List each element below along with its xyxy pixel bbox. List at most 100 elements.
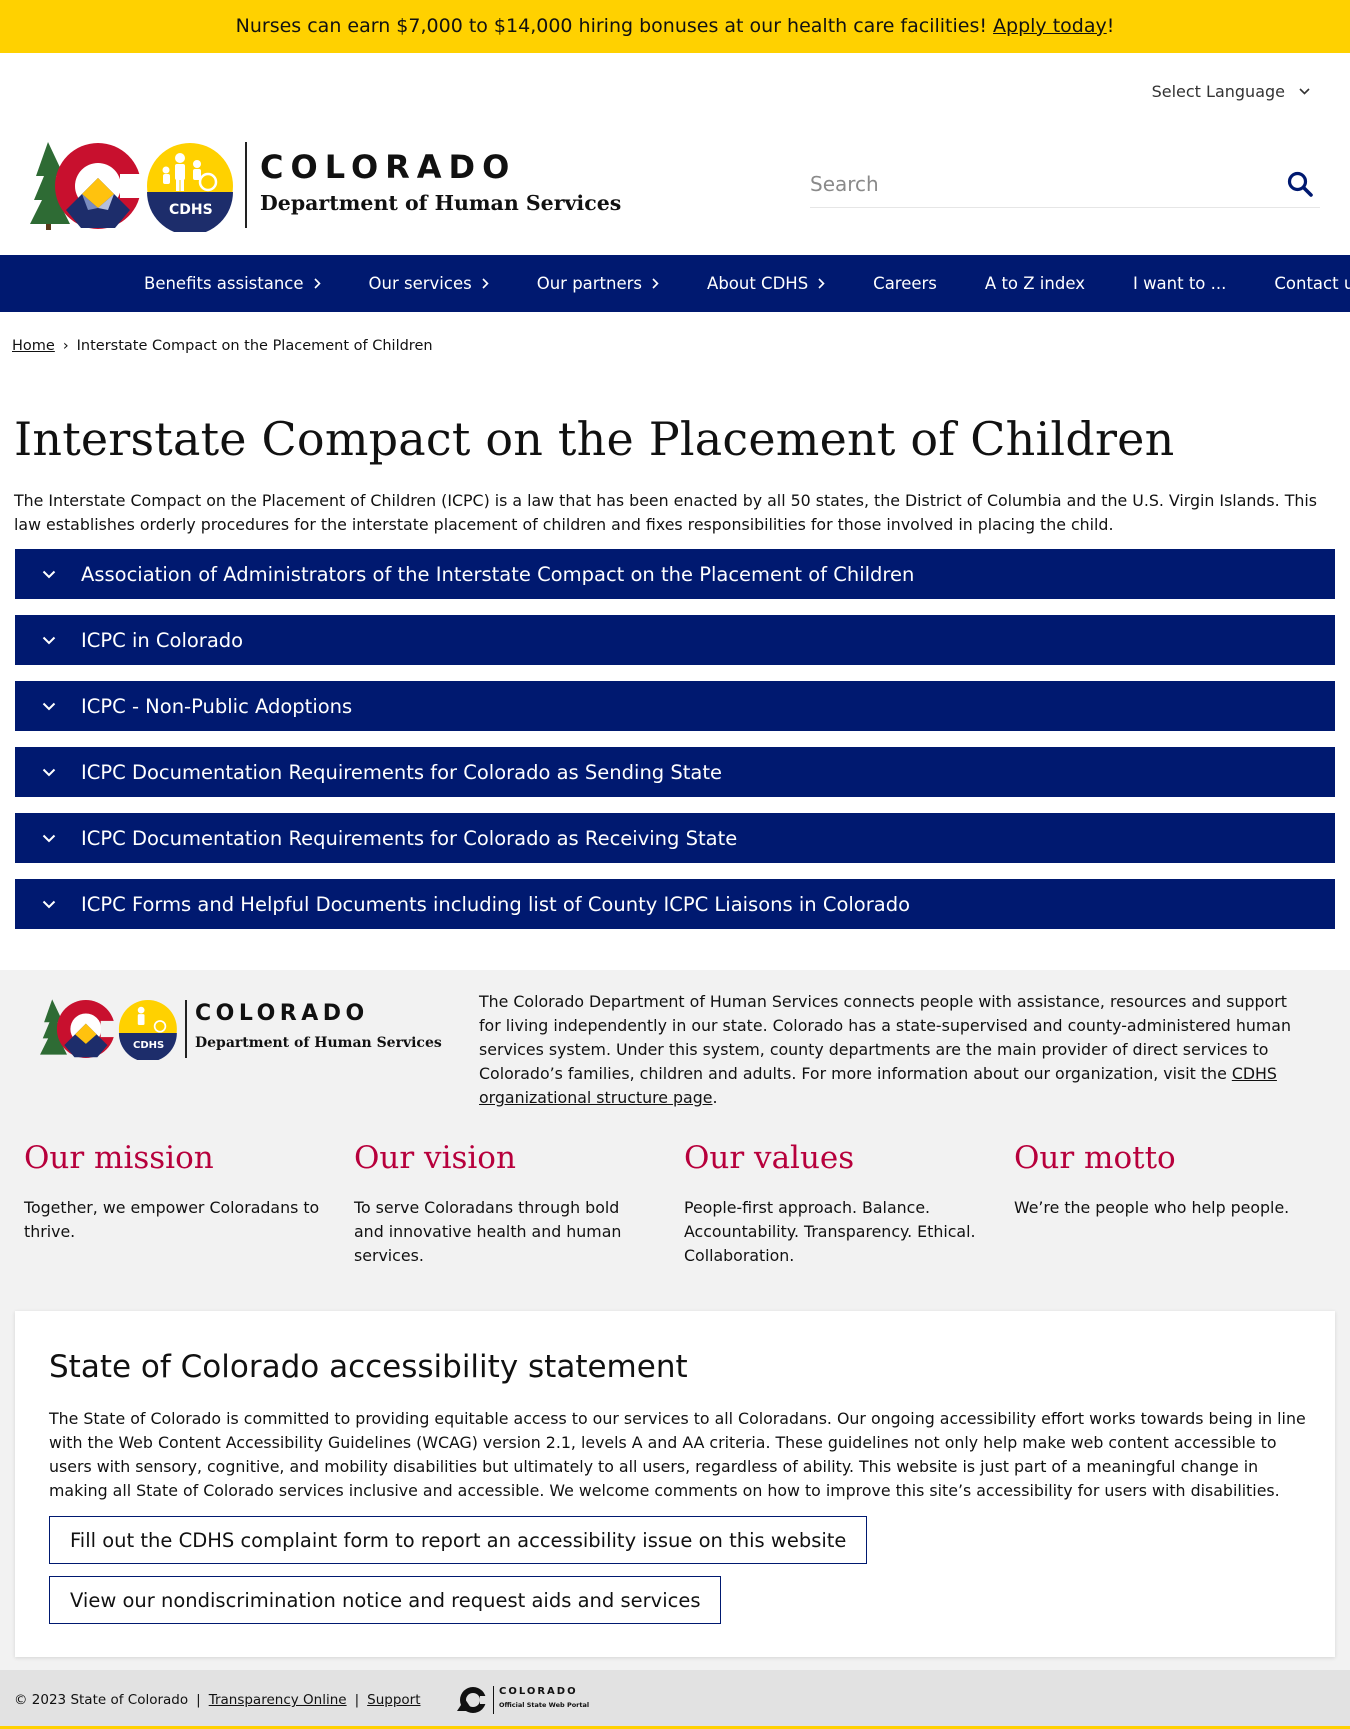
nav-item-label: I want to ... — [1132, 274, 1227, 293]
search-icon — [1287, 171, 1313, 197]
legal-links: © 2023 State of Colorado | Transparency … — [14, 1692, 421, 1708]
nav-item-label: Contact us — [1274, 274, 1350, 293]
accordion-toggle[interactable]: ICPC Forms and Helpful Documents includi… — [15, 879, 1335, 929]
support-link[interactable]: Support — [367, 1692, 420, 1708]
main-navigation-items: Benefits assistance Our services Our partn… — [120, 255, 1350, 312]
page-intro: The Interstate Compact on the Placement … — [14, 491, 1317, 534]
nav-item-benefits-assistance[interactable]: Benefits assistance — [120, 255, 345, 312]
chevron-down-icon — [33, 900, 65, 909]
values-text: People-first approach. Balance. Accounta… — [684, 1198, 976, 1265]
about-body: The Colorado Department of Human Service… — [479, 992, 1291, 1083]
nav-item-i-want-to[interactable]: I want to ... — [1109, 255, 1250, 312]
chevron-down-icon — [33, 702, 65, 711]
accordion-label: ICPC in Colorado — [81, 628, 244, 652]
about-suffix: . — [712, 1088, 718, 1107]
accordion-toggle[interactable]: ICPC Documentation Requirements for Colo… — [15, 747, 1335, 797]
chevron-down-icon — [33, 570, 65, 579]
logo-divider — [245, 142, 247, 228]
chevron-right-icon — [482, 278, 489, 289]
breadcrumb-home-link[interactable]: Home — [12, 338, 55, 354]
footer-cdhs-logo[interactable]: CDHS COLORADO Department of Human Servic… — [40, 998, 442, 1060]
motto-heading: Our motto — [1014, 1140, 1176, 1176]
complaint-form-button[interactable]: Fill out the CDHS complaint form to repo… — [49, 1516, 868, 1564]
logo-wordmark: COLORADO — [260, 148, 517, 186]
breadcrumb: Home › Interstate Compact on the Placeme… — [12, 338, 433, 354]
breadcrumb-separator: › — [62, 338, 69, 354]
accessibility-title: State of Colorado accessibility statemen… — [49, 1349, 688, 1385]
copyright: © 2023 State of Colorado — [14, 1692, 189, 1708]
legal-separator: | — [196, 1692, 201, 1708]
motto-block: Our motto We’re the people who help peop… — [1014, 1140, 1314, 1220]
footer-about-text: The Colorado Department of Human Service… — [479, 990, 1309, 1110]
state-portal-logo[interactable]: COLORADO Official State Web Portal — [455, 1683, 595, 1717]
banner-text: Nurses can earn $7,000 to $14,000 hiring… — [235, 15, 994, 37]
apply-today-link[interactable]: Apply today — [993, 15, 1107, 37]
accordion-toggle[interactable]: ICPC - Non-Public Adoptions — [15, 681, 1335, 731]
portal-wordmark: COLORADO — [499, 1686, 578, 1697]
bottom-bar: © 2023 State of Colorado | Transparency … — [0, 1670, 1350, 1729]
transparency-online-link[interactable]: Transparency Online — [209, 1692, 347, 1708]
language-label: Select Language — [1151, 82, 1285, 101]
breadcrumb-current: Interstate Compact on the Placement of C… — [76, 338, 433, 354]
footer-logo-divider — [185, 1000, 187, 1058]
nav-item-a-to-z-index[interactable]: A to Z index — [961, 255, 1109, 312]
chevron-down-icon — [33, 768, 65, 777]
nav-item-label: Benefits assistance — [144, 274, 304, 293]
nav-item-label: A to Z index — [984, 274, 1085, 293]
chevron-down-icon — [33, 834, 65, 843]
chevron-right-icon — [818, 278, 825, 289]
accordion-list: Association of Administrators of the Int… — [15, 549, 1335, 945]
page-title: Interstate Compact on the Placement of C… — [14, 412, 1175, 466]
accordion-toggle[interactable]: ICPC Documentation Requirements for Colo… — [15, 813, 1335, 863]
nav-item-our-partners[interactable]: Our partners — [513, 255, 683, 312]
search-button[interactable] — [1280, 164, 1320, 204]
accessibility-text: The State of Colorado is committed to pr… — [49, 1409, 1306, 1500]
site-search: Search — [810, 160, 1320, 208]
main-navigation: Benefits assistance Our services Our partn… — [0, 255, 1350, 312]
values-heading: Our values — [684, 1140, 855, 1176]
accordion-label: ICPC Documentation Requirements for Colo… — [81, 760, 722, 784]
vision-heading: Our vision — [354, 1140, 516, 1176]
chevron-down-icon — [33, 636, 65, 645]
chevron-right-icon — [652, 278, 659, 289]
footer-cdhs-badge-label: CDHS — [133, 1040, 165, 1051]
nav-item-label: Our partners — [536, 274, 643, 293]
mission-block: Our mission Together, we empower Colorad… — [24, 1140, 324, 1244]
accordion-label: ICPC Documentation Requirements for Colo… — [81, 826, 738, 850]
nav-item-label: About CDHS — [707, 274, 809, 293]
logo-department-name: Department of Human Services — [260, 191, 622, 215]
vision-text: To serve Coloradans through bold and inn… — [354, 1198, 622, 1265]
accordion-label: ICPC Forms and Helpful Documents includi… — [81, 892, 911, 916]
language-selector[interactable]: Select Language — [1152, 82, 1310, 101]
chevron-right-icon — [313, 278, 321, 289]
legal-separator: | — [354, 1692, 360, 1708]
accordion-toggle[interactable]: Association of Administrators of the Int… — [15, 549, 1335, 599]
nav-item-about-cdhs[interactable]: About CDHS — [683, 255, 849, 312]
values-block: Our values People-first approach. Balanc… — [684, 1140, 984, 1268]
search-input[interactable]: Search — [810, 172, 1280, 196]
nav-item-contact-us[interactable]: Contact us — [1250, 255, 1350, 312]
banner-suffix: ! — [1106, 15, 1115, 37]
nav-item-careers[interactable]: Careers — [849, 255, 961, 312]
chevron-down-icon — [1299, 88, 1310, 95]
hiring-banner: Nurses can earn $7,000 to $14,000 hiring… — [0, 0, 1350, 53]
accordion-toggle[interactable]: ICPC in Colorado — [15, 615, 1335, 665]
accessibility-statement: State of Colorado accessibility statemen… — [15, 1311, 1335, 1657]
nondiscrimination-button[interactable]: View our nondiscrimination notice and re… — [49, 1576, 722, 1624]
cdhs-badge-label: CDHS — [169, 202, 213, 218]
colorado-c-logo-icon — [30, 142, 233, 232]
footer-logo-department-name: Department of Human Services — [195, 1035, 442, 1051]
nav-item-our-services[interactable]: Our services — [345, 255, 513, 312]
portal-subtitle: Official State Web Portal — [499, 1701, 590, 1709]
vision-block: Our vision To serve Coloradans through b… — [354, 1140, 654, 1268]
motto-text: We’re the people who help people. — [1014, 1198, 1290, 1217]
accordion-label: Association of Administrators of the Int… — [81, 562, 915, 586]
footer-logo-wordmark: COLORADO — [195, 1001, 369, 1026]
mission-heading: Our mission — [24, 1140, 214, 1176]
mission-text: Together, we empower Coloradans to thriv… — [24, 1198, 320, 1241]
colorado-portal-c-icon — [457, 1686, 494, 1714]
nav-item-label: Careers — [873, 274, 937, 293]
nav-item-label: Our services — [368, 274, 472, 293]
cdhs-logo[interactable]: CDHS COLORADO Department of Human Servic… — [30, 140, 622, 232]
accordion-label: ICPC - Non-Public Adoptions — [81, 694, 353, 718]
